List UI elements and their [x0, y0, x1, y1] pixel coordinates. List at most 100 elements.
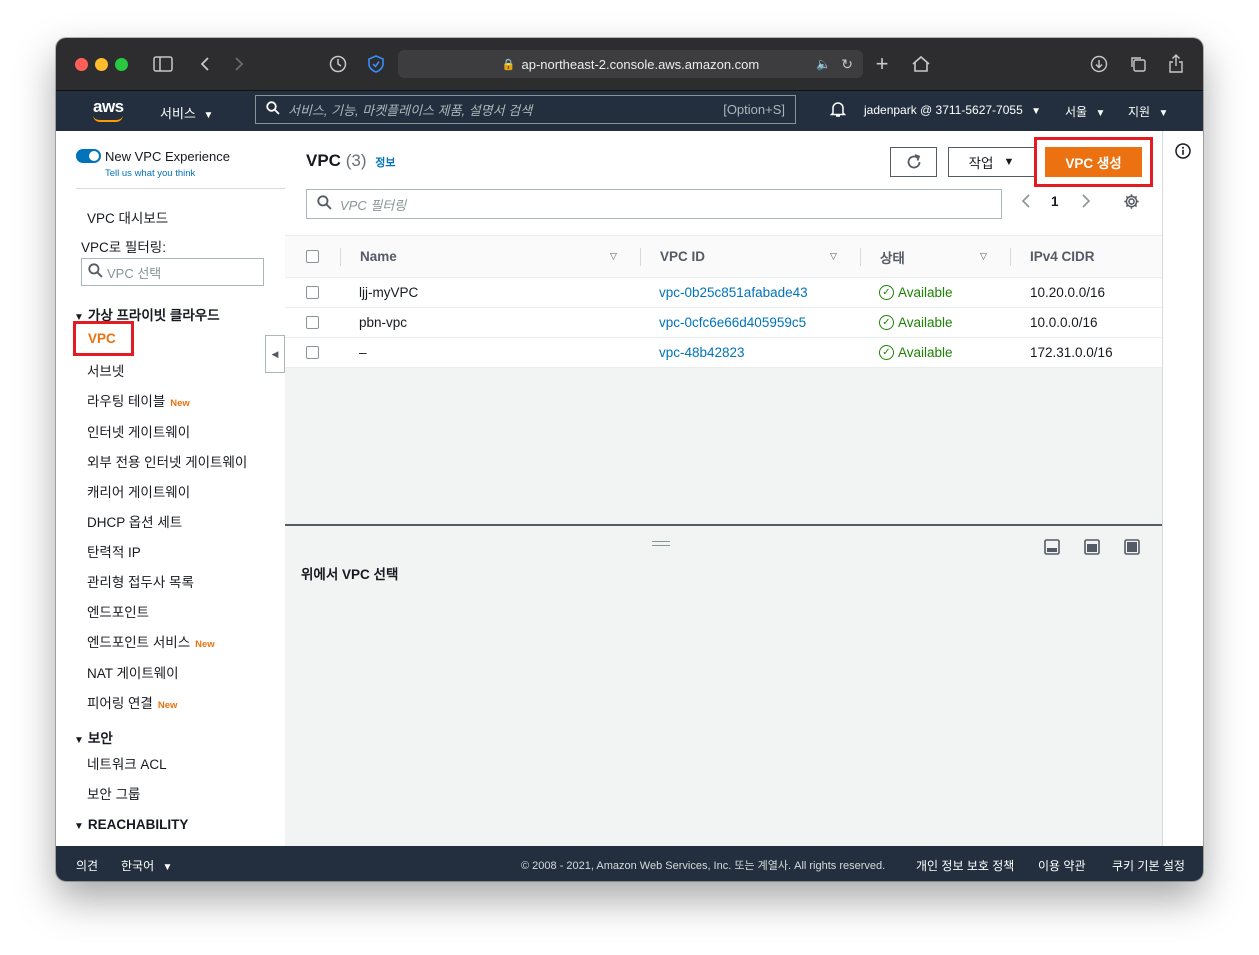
- sidebar-item-carrier-gateways[interactable]: 캐리어 게이트웨이: [87, 481, 190, 501]
- forward-icon[interactable]: [227, 52, 251, 76]
- sidebar: New VPC Experience Tell us what you thin…: [56, 131, 285, 846]
- vpc-id-link[interactable]: vpc-0b25c851afabade43: [659, 278, 808, 307]
- current-page[interactable]: 1: [1051, 194, 1059, 209]
- column-header-state[interactable]: 상태: [880, 236, 905, 277]
- sidebar-item-elastic-ip[interactable]: 탄력적 IP: [87, 541, 141, 561]
- caret-left-icon: ◀: [271, 348, 279, 359]
- feedback-link[interactable]: Tell us what you think: [105, 168, 195, 179]
- sidebar-item-egress-only-gateways[interactable]: 외부 전용 인터넷 게이트웨이: [87, 451, 247, 471]
- account-menu[interactable]: jadenpark @ 3711-5627-7055 ▼: [864, 103, 1041, 117]
- sidebar-item-nat-gateways[interactable]: NAT 게이트웨이: [87, 662, 179, 682]
- panel-middle-icon[interactable]: [1084, 539, 1100, 560]
- home-icon[interactable]: [909, 52, 933, 76]
- aws-logo[interactable]: aws: [93, 97, 124, 122]
- aws-logo-text: aws: [93, 97, 124, 116]
- table-row[interactable]: pbn-vpc vpc-0cfc6e66d405959c5 ✓ Available…: [285, 308, 1162, 338]
- sidebar-item-dashboard[interactable]: VPC 대시보드: [87, 207, 168, 227]
- sort-state-icon[interactable]: ▽: [980, 236, 987, 277]
- caret-down-icon: ▼: [203, 110, 214, 121]
- caret-down-icon: ▼: [74, 821, 84, 832]
- sort-vpc-id-icon[interactable]: ▽: [830, 236, 837, 277]
- filter-by-vpc-label: VPC로 필터링:: [81, 240, 166, 255]
- reload-icon[interactable]: ↻: [841, 56, 853, 73]
- shield-icon[interactable]: [364, 52, 388, 76]
- search-icon: [88, 263, 103, 281]
- notifications-bell-icon[interactable]: [829, 101, 847, 121]
- sort-name-icon[interactable]: ▽: [610, 236, 617, 277]
- next-page-icon[interactable]: [1081, 193, 1091, 214]
- info-link[interactable]: 정보: [375, 157, 395, 169]
- sidebar-item-label: 피어링 연결: [87, 696, 153, 711]
- vpc-filter-placeholder: VPC 필터링: [340, 197, 407, 213]
- sidebar-item-peering[interactable]: 피어링 연결 New: [87, 692, 177, 712]
- highlight-box-create-vpc: [1034, 137, 1153, 187]
- sidebar-item-prefix-lists[interactable]: 관리형 접두사 목록: [87, 571, 194, 591]
- region-label: 서울: [1065, 105, 1088, 119]
- sidebar-item-network-acl[interactable]: 네트워크 ACL: [87, 753, 167, 773]
- row-checkbox[interactable]: [306, 286, 319, 299]
- new-tab-icon[interactable]: +: [870, 51, 894, 76]
- caret-down-icon: ▼: [1158, 108, 1169, 119]
- new-experience-toggle[interactable]: [76, 149, 101, 163]
- column-header-name[interactable]: Name: [360, 236, 397, 277]
- history-icon[interactable]: [326, 52, 350, 76]
- vpc-state-text: Available: [898, 315, 953, 330]
- new-badge: New: [157, 700, 178, 711]
- language-selector[interactable]: 한국어 ▼: [121, 857, 172, 874]
- collapse-sidebar-button[interactable]: ◀: [265, 335, 285, 373]
- close-window-button[interactable]: [75, 58, 88, 71]
- drag-handle-icon[interactable]: [652, 541, 670, 546]
- cookie-preferences-link[interactable]: 쿠키 기본 설정: [1112, 857, 1185, 874]
- zoom-window-button[interactable]: [115, 58, 128, 71]
- caret-down-icon: ▼: [162, 862, 173, 873]
- prev-page-icon[interactable]: [1021, 193, 1031, 214]
- sidebar-item-route-tables[interactable]: 라우팅 테이블 New: [87, 390, 190, 410]
- terms-link[interactable]: 이용 약관: [1038, 857, 1086, 874]
- audio-icon[interactable]: 🔈: [816, 57, 831, 71]
- settings-gear-icon[interactable]: [1123, 193, 1140, 215]
- services-menu[interactable]: 서비스 ▼: [160, 103, 213, 122]
- panel-full-icon[interactable]: [1124, 539, 1140, 560]
- minimize-window-button[interactable]: [95, 58, 108, 71]
- caret-down-icon: ▼: [1003, 156, 1015, 168]
- sidebar-toggle-icon[interactable]: [151, 52, 175, 76]
- privacy-link[interactable]: 개인 정보 보호 정책: [916, 857, 1014, 874]
- row-checkbox[interactable]: [306, 316, 319, 329]
- vpc-name: –: [359, 345, 367, 360]
- sidebar-item-internet-gateways[interactable]: 인터넷 게이트웨이: [87, 421, 190, 441]
- back-icon[interactable]: [193, 52, 217, 76]
- column-header-ipv4-cidr[interactable]: IPv4 CIDR: [1030, 236, 1095, 277]
- global-search[interactable]: 서비스, 기능, 마켓플레이스 제품, 설명서 검색 [Option+S]: [255, 95, 796, 124]
- sidebar-item-dhcp-options[interactable]: DHCP 옵션 세트: [87, 511, 182, 531]
- sidebar-item-endpoints[interactable]: 엔드포인트: [87, 601, 149, 621]
- account-label: jadenpark @ 3711-5627-7055: [864, 103, 1023, 117]
- vpc-filter-input[interactable]: VPC 필터링: [306, 189, 1002, 219]
- browser-toolbar: 🔒 ap-northeast-2.console.aws.amazon.com …: [56, 38, 1203, 91]
- refresh-button[interactable]: [890, 147, 937, 177]
- panel-bottom-icon[interactable]: [1044, 539, 1060, 560]
- feedback-button[interactable]: 의견: [76, 857, 98, 874]
- section-security-header[interactable]: ▼ 보안: [74, 727, 113, 747]
- search-icon: [317, 195, 332, 213]
- select-all-checkbox[interactable]: [306, 250, 319, 263]
- section-reachability-header[interactable]: ▼ REACHABILITY: [74, 817, 188, 832]
- info-circle-icon[interactable]: [1175, 143, 1191, 164]
- vpc-id-link[interactable]: vpc-48b42823: [659, 338, 745, 367]
- sidebar-item-label: 엔드포인트 서비스: [87, 635, 191, 650]
- share-icon[interactable]: [1164, 52, 1188, 76]
- sidebar-item-endpoint-services[interactable]: 엔드포인트 서비스 New: [87, 631, 215, 651]
- vpc-id-link[interactable]: vpc-0cfc6e66d405959c5: [659, 308, 806, 337]
- sidebar-item-security-groups[interactable]: 보안 그룹: [87, 783, 140, 803]
- column-header-vpc-id[interactable]: VPC ID: [660, 236, 705, 277]
- download-icon[interactable]: [1087, 52, 1111, 76]
- region-menu[interactable]: 서울 ▼: [1065, 103, 1105, 120]
- actions-button[interactable]: 작업 ▼: [948, 147, 1035, 177]
- sidebar-item-subnets[interactable]: 서브넷: [87, 360, 124, 380]
- tabs-overview-icon[interactable]: [1126, 52, 1150, 76]
- table-row[interactable]: – vpc-48b42823 ✓ Available 172.31.0.0/16: [285, 338, 1162, 368]
- table-row[interactable]: ljj-myVPC vpc-0b25c851afabade43 ✓ Availab…: [285, 278, 1162, 308]
- support-menu[interactable]: 지원 ▼: [1128, 103, 1168, 120]
- row-checkbox[interactable]: [306, 346, 319, 359]
- vpc-select-input[interactable]: VPC 선택: [81, 258, 264, 286]
- address-bar[interactable]: 🔒 ap-northeast-2.console.aws.amazon.com …: [398, 50, 863, 78]
